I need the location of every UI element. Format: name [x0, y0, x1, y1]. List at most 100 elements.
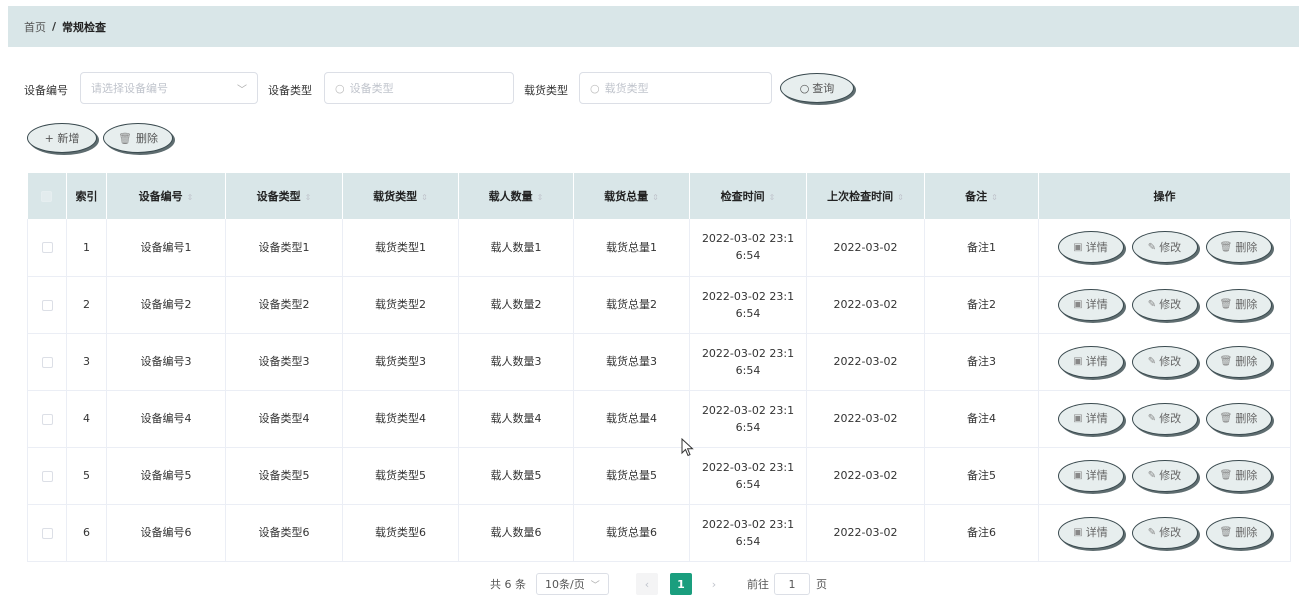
col-last-check[interactable]: 上次检查时间 ⇕ [806, 173, 925, 219]
delete-button[interactable]: 🗑 删除 [1205, 459, 1272, 492]
sort-icon[interactable]: ⇕ [991, 193, 998, 202]
prev-page-button[interactable]: ‹ [636, 573, 658, 595]
delete-button[interactable]: 🗑 删除 [1205, 516, 1272, 549]
select-all-checkbox[interactable] [41, 191, 53, 202]
pencil-icon: ✎ [1147, 241, 1157, 253]
row-cargo-type-value: 载货类型5 [375, 469, 426, 482]
pencil-icon: ✎ [1147, 299, 1157, 310]
table-row[interactable]: 5 设备编号5 设备类型5 载货类型5 载人数量5 载货总量5 2022-03-02 23:… [27, 447, 1291, 505]
row-passengers-value: 载人数量1 [490, 240, 542, 254]
row-device-no-value: 设备编号1 [140, 240, 192, 254]
detail-button[interactable]: ▣ 详情 [1057, 231, 1124, 264]
table-row[interactable]: 2 设备编号2 设备类型2 载货类型2 载人数量2 载货总量2 2022-03-02 23:… [27, 276, 1291, 334]
delete-button[interactable]: 🗑 删除 [1205, 288, 1272, 321]
breadcrumb: 首页 / 常规检查 [8, 6, 1299, 47]
edit-button[interactable]: ✎ 修改 [1131, 231, 1198, 264]
table-row[interactable]: 6 设备编号6 设备类型6 载货类型6 载人数量6 载货总量6 2022-03-02 23:… [27, 504, 1291, 562]
goto-page-input[interactable]: 1 [774, 573, 810, 595]
col-cargo-type[interactable]: 载货类型 ⇕ [342, 173, 459, 219]
edit-button-label: 修改 [1159, 526, 1182, 539]
edit-button[interactable]: ✎ 修改 [1131, 345, 1198, 378]
row-last-check-value: 2022-03-02 [833, 469, 898, 482]
delete-button[interactable]: 🗑 删除 [1205, 231, 1272, 264]
search-button[interactable]: ○ 查询 [780, 73, 854, 103]
detail-button[interactable]: ▣ 详情 [1057, 402, 1124, 435]
sort-icon[interactable]: ⇕ [305, 193, 312, 202]
row-last-check: 2022-03-02 [806, 504, 925, 562]
document-icon: ▣ [1073, 356, 1083, 367]
row-note: 备注4 [924, 390, 1039, 448]
detail-button[interactable]: ▣ 详情 [1057, 345, 1124, 378]
device-no-select[interactable]: 请选择设备编号 ﹀ [80, 72, 258, 104]
edit-button[interactable]: ✎ 修改 [1131, 459, 1198, 492]
row-check-time: 2022-03-02 23:1 6:54 [689, 390, 807, 448]
col-check-time-label: 检查时间 [720, 190, 765, 203]
sort-icon[interactable]: ⇕ [897, 193, 904, 202]
delete-button[interactable]: 🗑 删除 [1205, 402, 1272, 435]
next-page-button[interactable]: › [703, 573, 725, 595]
sort-icon[interactable]: ⇕ [537, 193, 544, 202]
row-checkbox[interactable] [41, 527, 53, 539]
detail-button[interactable]: ▣ 详情 [1057, 516, 1124, 549]
document-icon: ▣ [1073, 241, 1083, 253]
table-row[interactable]: 1 设备编号1 设备类型1 载货类型1 载人数量1 载货总量1 2022-03-02 23:… [27, 219, 1291, 277]
delete-button-label: 删除 [1235, 355, 1258, 368]
sort-icon[interactable]: ⇕ [187, 193, 194, 202]
breadcrumb-home[interactable]: 首页 [24, 19, 46, 35]
col-index: 索引 [66, 173, 107, 219]
sort-icon[interactable]: ⇕ [652, 193, 659, 202]
row-note-value: 备注4 [967, 412, 996, 425]
row-cargo-total: 载货总量2 [573, 276, 690, 334]
batch-delete-button[interactable]: 🗑 删除 [103, 123, 173, 153]
row-cargo-type-value: 载货类型3 [375, 355, 426, 368]
row-last-check-value: 2022-03-02 [833, 298, 898, 311]
trash-icon: 🗑 [1219, 527, 1233, 538]
detail-button[interactable]: ▣ 详情 [1057, 288, 1124, 321]
row-check-time-value: 2022-03-02 23:1 6:54 [701, 460, 795, 491]
edit-button[interactable]: ✎ 修改 [1131, 288, 1198, 321]
edit-button[interactable]: ✎ 修改 [1131, 402, 1198, 435]
row-cargo-type: 载货类型1 [342, 219, 459, 277]
row-checkbox[interactable] [41, 470, 53, 482]
detail-button[interactable]: ▣ 详情 [1057, 459, 1124, 492]
table-row[interactable]: 3 设备编号3 设备类型3 载货类型3 载人数量3 载货总量3 2022-03-02 23:… [27, 333, 1291, 391]
row-checkbox[interactable] [41, 242, 53, 254]
table-row[interactable]: 4 设备编号4 设备类型4 载货类型4 载人数量4 载货总量4 2022-03-02 23:… [27, 390, 1291, 448]
col-device-no[interactable]: 设备编号 ⇕ [106, 173, 226, 219]
row-index: 3 [66, 333, 107, 391]
row-last-check-value: 2022-03-02 [833, 412, 898, 425]
row-checkbox[interactable] [41, 356, 53, 368]
col-note[interactable]: 备注 ⇕ [924, 173, 1039, 219]
delete-button[interactable]: 🗑 删除 [1205, 345, 1272, 378]
col-passengers[interactable]: 载人数量 ⇕ [458, 173, 574, 219]
row-select-cell [27, 504, 67, 562]
row-checkbox[interactable] [41, 299, 53, 311]
row-passengers: 载人数量1 [458, 219, 574, 277]
row-check-time: 2022-03-02 23:1 6:54 [689, 219, 807, 277]
row-checkbox[interactable] [41, 413, 53, 425]
row-passengers: 载人数量6 [458, 504, 574, 562]
row-device-type-value: 设备类型5 [258, 469, 310, 482]
col-check-time[interactable]: 检查时间 ⇕ [689, 173, 807, 219]
device-type-input[interactable]: ○ 设备类型 [324, 72, 514, 104]
col-cargo-total[interactable]: 载货总量 ⇕ [573, 173, 690, 219]
edit-button[interactable]: ✎ 修改 [1131, 516, 1198, 549]
page-number-current[interactable]: 1 [670, 573, 692, 595]
row-passengers-value: 载人数量3 [490, 355, 542, 368]
page-size-select[interactable]: 10条/页 ﹀ [536, 573, 609, 595]
cargo-type-input[interactable]: ○ 载货类型 [579, 72, 772, 104]
trash-icon: 🗑 [1219, 470, 1233, 481]
col-cargo-type-label: 载货类型 [373, 190, 418, 203]
delete-button-label: 删除 [1235, 526, 1258, 539]
sort-icon[interactable]: ⇕ [421, 193, 428, 202]
mouse-cursor-icon [681, 437, 695, 461]
row-select-cell [27, 276, 67, 334]
row-check-time-value: 2022-03-02 23:1 6:54 [701, 517, 795, 548]
add-button[interactable]: + 新增 [27, 123, 97, 153]
col-device-type[interactable]: 设备类型 ⇕ [225, 173, 343, 219]
row-note: 备注6 [924, 504, 1039, 562]
sort-icon[interactable]: ⇕ [769, 193, 776, 202]
row-cargo-total: 载货总量3 [573, 333, 690, 391]
row-device-type: 设备类型1 [225, 219, 343, 277]
col-note-label: 备注 [965, 190, 988, 203]
